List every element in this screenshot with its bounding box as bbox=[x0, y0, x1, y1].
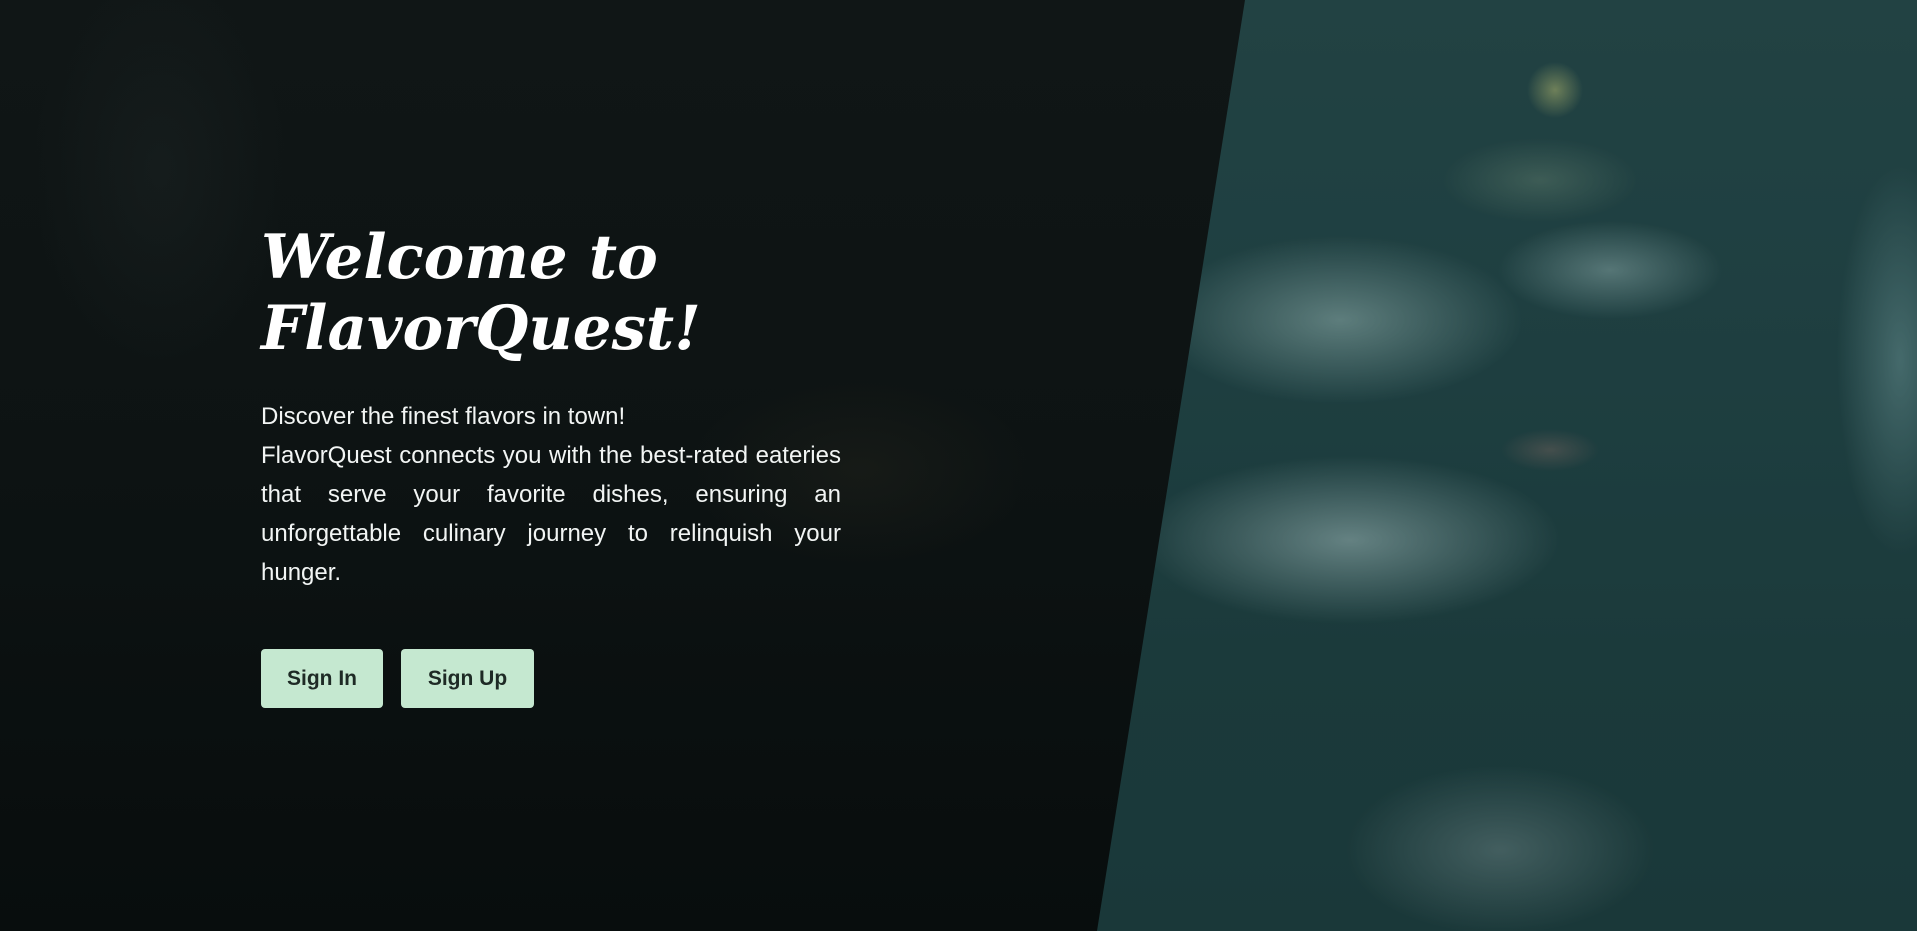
title-line-2: FlavorQuest! bbox=[261, 293, 701, 364]
page-title: Welcome to FlavorQuest! bbox=[261, 222, 841, 364]
auth-buttons: Sign In Sign Up bbox=[261, 649, 534, 708]
hero-tagline: Discover the finest flavors in town! bbox=[261, 403, 626, 430]
hero-description: FlavorQuest connects you with the best-r… bbox=[261, 442, 841, 586]
sign-in-button[interactable]: Sign In bbox=[261, 649, 383, 708]
title-line-1: Welcome to bbox=[261, 222, 658, 293]
hero-content: Welcome to FlavorQuest! Discover the fine… bbox=[261, 222, 841, 592]
landing-page: Welcome to FlavorQuest! Discover the fine… bbox=[0, 0, 1917, 931]
sign-up-button[interactable]: Sign Up bbox=[401, 649, 534, 708]
